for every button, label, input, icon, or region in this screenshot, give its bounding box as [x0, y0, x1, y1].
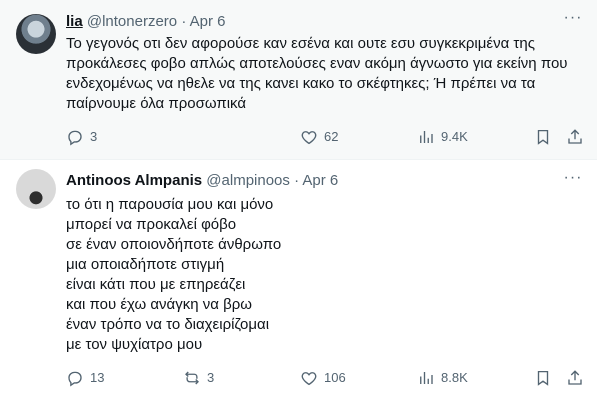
tweet-text: το ότι η παρουσία μου και μόνο μπορεί να…	[66, 195, 584, 355]
tweet[interactable]: Antinoos Almpanis @almpinoos · Apr 6 ···…	[0, 160, 597, 402]
tweet-date[interactable]: Apr 6	[190, 13, 226, 30]
share-icon	[568, 370, 582, 385]
reply-button[interactable]: 3	[66, 127, 97, 147]
tweet-text-line: Το γεγονός οτι δεν αφορούσε καν εσένα κα…	[66, 35, 535, 52]
tweet-text-line: και που έχω ανάγκη να βρω	[66, 296, 252, 313]
author-handle[interactable]: @lntonerzero	[87, 13, 177, 30]
tweet-text: Το γεγονός οτι δεν αφορούσε καν εσένα κα…	[66, 34, 584, 114]
tweet-date[interactable]: Apr 6	[302, 172, 338, 189]
author-name[interactable]: Antinoos Almpanis	[66, 172, 202, 189]
repost-count: 3	[207, 370, 215, 385]
tweet-actions: 13 3 106 8.8K	[66, 368, 586, 388]
like-button[interactable]: 62	[300, 127, 338, 147]
bookmark-icon	[537, 129, 549, 145]
reply-icon	[68, 371, 82, 387]
separator-dot: ·	[294, 172, 300, 189]
tweet[interactable]: lia @lntonerzero · Apr 6 ··· Το γεγονός …	[0, 0, 597, 160]
tweet-text-line: με τον ψυχίατρο μου	[66, 336, 203, 353]
views-count: 8.8K	[441, 370, 468, 385]
tweet-text-line: το ότι η παρουσία μου και μόνο	[66, 196, 274, 213]
avatar[interactable]	[16, 169, 56, 209]
reply-count: 13	[90, 370, 105, 385]
views-button[interactable]: 8.8K	[417, 368, 468, 388]
tweet-text-line: ενδεχομένως να ηθελε να της κανει κακο τ…	[66, 75, 536, 92]
author-name[interactable]: lia	[66, 13, 83, 30]
more-icon[interactable]: ···	[563, 10, 583, 31]
share-icon	[568, 129, 582, 144]
repost-icon	[185, 371, 199, 385]
tweet-text-line: μια οποιαδήποτε στιγμή	[66, 256, 225, 273]
tweet-text-line: είναι κάτι που με επηρεάζει	[66, 276, 246, 293]
repost-button[interactable]: 3	[183, 368, 214, 388]
reply-count: 3	[90, 129, 98, 144]
share-button[interactable]	[566, 368, 590, 388]
tweet-header: lia @lntonerzero · Apr 6	[66, 12, 226, 32]
share-button[interactable]	[566, 127, 590, 147]
bookmark-button[interactable]	[534, 127, 558, 147]
avatar[interactable]	[16, 14, 56, 54]
heart-icon	[301, 131, 317, 145]
like-count: 106	[324, 370, 346, 385]
views-chart-icon	[420, 131, 433, 143]
separator-dot: ·	[181, 13, 187, 30]
tweet-text-line: παίρνουμε όλα προσωπικά	[66, 95, 247, 112]
like-count: 62	[324, 129, 339, 144]
tweet-header: Antinoos Almpanis @almpinoos · Apr 6	[66, 171, 338, 191]
heart-icon	[301, 372, 317, 386]
tweet-actions: 3 62 9.4K	[66, 127, 586, 147]
views-button[interactable]: 9.4K	[417, 127, 468, 147]
views-count: 9.4K	[441, 129, 468, 144]
tweet-text-line: έναν τρόπο να το διαχειρίζομαι	[66, 316, 270, 333]
views-chart-icon	[420, 372, 433, 384]
reply-button[interactable]: 13	[66, 368, 104, 388]
reply-icon	[68, 130, 82, 146]
author-handle[interactable]: @almpinoos	[206, 172, 290, 189]
tweet-text-line: προκάλεσες φοβο απλώς αποτελούσες εναν α…	[66, 55, 568, 72]
like-button[interactable]: 106	[300, 368, 346, 388]
more-icon[interactable]: ···	[563, 170, 583, 191]
tweet-text-line: σε έναν οποιονδήποτε άνθρωπο	[66, 236, 282, 253]
tweet-text-line: μπορεί να προκαλεί φόβο	[66, 216, 237, 233]
bookmark-icon	[537, 370, 549, 386]
bookmark-button[interactable]	[534, 368, 558, 388]
